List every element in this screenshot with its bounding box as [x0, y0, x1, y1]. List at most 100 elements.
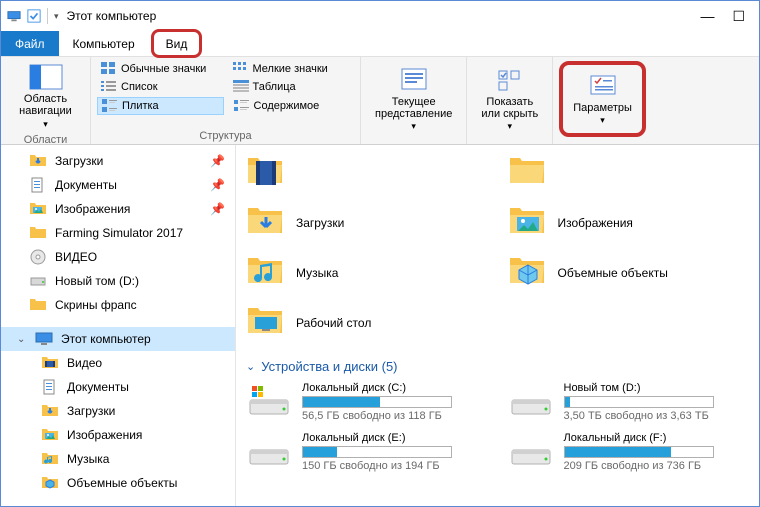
documents-icon [41, 378, 59, 396]
drive-tile[interactable]: Локальный диск (F:)209 ГБ свободно из 73… [508, 432, 750, 472]
folder-tile[interactable]: Рабочий стол [246, 301, 488, 345]
checkbox-icon[interactable] [27, 9, 41, 23]
drive-free-text: 209 ГБ свободно из 736 ГБ [564, 460, 714, 472]
folder-tile[interactable] [246, 151, 488, 195]
video-icon [246, 153, 286, 193]
layout-normal-icons[interactable]: Обычные значки [97, 61, 223, 77]
icons-medium-icon [101, 62, 117, 76]
nav-pane-label: Область навигации [19, 93, 72, 117]
sidebar-item[interactable]: Загрузки📌 [1, 149, 235, 173]
sidebar-item-label: Новый том (D:) [55, 274, 139, 288]
downloads-icon [246, 203, 286, 243]
window-controls: — ☐ [700, 9, 753, 23]
pictures-icon [508, 203, 548, 243]
sidebar-item[interactable]: Изображения [1, 423, 235, 447]
drive-icon [29, 272, 47, 290]
nav-pane-button[interactable]: Область навигации ▾ [7, 61, 84, 132]
tab-view[interactable]: Вид [151, 29, 203, 58]
ribbon-group-currentview: Текущее представление ▾ [361, 57, 467, 144]
sidebar-item[interactable]: Документы [1, 375, 235, 399]
sidebar-item[interactable]: ВИДЕО [1, 245, 235, 269]
section-header-drives[interactable]: ⌄ Устройства и диски (5) [246, 359, 749, 374]
capacity-bar [564, 396, 714, 408]
sidebar-this-pc[interactable]: ⌄ Этот компьютер [1, 327, 235, 351]
sidebar-item[interactable]: Видео [1, 351, 235, 375]
drive-icon [246, 382, 292, 422]
ribbon-group-showhide: Показать или скрыть ▾ [467, 57, 553, 144]
video-icon [41, 354, 59, 372]
current-view-button[interactable]: Текущее представление ▾ [367, 61, 460, 137]
maximize-button[interactable]: ☐ [732, 9, 745, 23]
sidebar-item-label: Загрузки [55, 154, 103, 168]
sidebar-item[interactable]: Farming Simulator 2017 [1, 221, 235, 245]
show-hide-button[interactable]: Показать или скрыть ▾ [473, 61, 546, 137]
tile-label: Объемные объекты [558, 266, 668, 280]
drive-tile[interactable]: Локальный диск (E:)150 ГБ свободно из 19… [246, 432, 488, 472]
folders-grid: Загрузки Изображения Музыка Объемные объект… [246, 151, 749, 345]
sidebar-item[interactable]: Объемные объекты [1, 471, 235, 495]
folder-tile[interactable] [508, 151, 750, 195]
sidebar-item[interactable]: Изображения📌 [1, 197, 235, 221]
layout-list[interactable]: Список [97, 79, 223, 95]
objects3d-icon [508, 253, 548, 293]
drive-free-text: 56,5 ГБ свободно из 118 ГБ [302, 410, 452, 422]
folder-icon [29, 224, 47, 242]
pictures-icon [41, 426, 59, 444]
icons-small-icon [233, 62, 249, 76]
pictures-icon [29, 200, 47, 218]
sidebar-item[interactable]: Документы 📌 [1, 173, 235, 197]
sidebar-item-label: Изображения [55, 202, 130, 216]
layout-content[interactable]: Содержимое [230, 98, 355, 114]
sidebar-item[interactable]: Музыка [1, 447, 235, 471]
music-icon [41, 450, 59, 468]
folder-tile[interactable]: Изображения [508, 201, 750, 245]
layout-tiles[interactable]: Плитка [97, 97, 224, 115]
music-icon [246, 253, 286, 293]
drive-icon [246, 432, 292, 472]
pin-icon: 📌 [210, 178, 225, 192]
drive-tile[interactable]: Локальный диск (C:) 56,5 ГБ свободно из 1… [246, 382, 488, 422]
tab-computer[interactable]: Компьютер [59, 31, 149, 56]
capacity-bar [564, 446, 714, 458]
tile-label: Загрузки [296, 216, 344, 230]
tab-file[interactable]: Файл [1, 31, 59, 56]
sidebar-item[interactable]: Загрузки [1, 399, 235, 423]
sidebar-item[interactable]: Новый том (D:) [1, 269, 235, 293]
ribbon-group-regions: Область навигации ▾ Области [1, 57, 91, 144]
tile-label: Рабочий стол [296, 316, 371, 330]
chevron-down-icon: ⌄ [17, 334, 27, 345]
sidebar-item-label: Этот компьютер [61, 332, 151, 346]
drive-name: Локальный диск (C:) [302, 382, 452, 394]
folder-tile[interactable]: Загрузки [246, 201, 488, 245]
content-area: Загрузки📌 Документы 📌 Изображения📌 Farming S… [1, 145, 759, 506]
layout-small-icons[interactable]: Мелкие значки [229, 61, 355, 77]
options-button[interactable]: Параметры ▾ [559, 61, 646, 137]
ribbon-group-options: Параметры ▾ [553, 57, 652, 144]
ribbon-group-layout: Обычные значки Мелкие значки Список Табл… [91, 57, 361, 144]
current-view-icon [398, 66, 430, 94]
folder-tile[interactable]: Объемные объекты [508, 251, 750, 295]
drive-free-text: 3,50 ТБ свободно из 3,63 ТБ [564, 410, 714, 422]
divider [47, 8, 48, 24]
sidebar-item-label: Farming Simulator 2017 [55, 226, 183, 240]
sidebar-item-label: Загрузки [67, 404, 115, 418]
desktop-icon [246, 303, 286, 343]
nav-pane-icon [28, 63, 64, 91]
ribbon-tabs: Файл Компьютер Вид [1, 31, 759, 57]
sidebar-item-label: Объемные объекты [67, 476, 177, 490]
pc-icon [35, 330, 53, 348]
layout-table[interactable]: Таблица [229, 79, 355, 95]
window-title: Этот компьютер [67, 9, 157, 23]
dropdown-icon: ▾ [508, 122, 513, 132]
sidebar-item-label: Документы [55, 178, 117, 192]
checkmarks-icon [494, 66, 526, 94]
main-pane: Загрузки Изображения Музыка Объемные объект… [236, 145, 759, 506]
capacity-bar [302, 396, 452, 408]
minimize-button[interactable]: — [700, 9, 714, 23]
navigation-sidebar: Загрузки📌 Документы 📌 Изображения📌 Farming S… [1, 145, 236, 506]
dropdown-icon[interactable]: ▾ [54, 11, 59, 22]
folder-tile[interactable]: Музыка [246, 251, 488, 295]
sidebar-item-label: Музыка [67, 452, 109, 466]
sidebar-item[interactable]: Скрины фрапс [1, 293, 235, 317]
drive-tile[interactable]: Новый том (D:)3,50 ТБ свободно из 3,63 Т… [508, 382, 750, 422]
